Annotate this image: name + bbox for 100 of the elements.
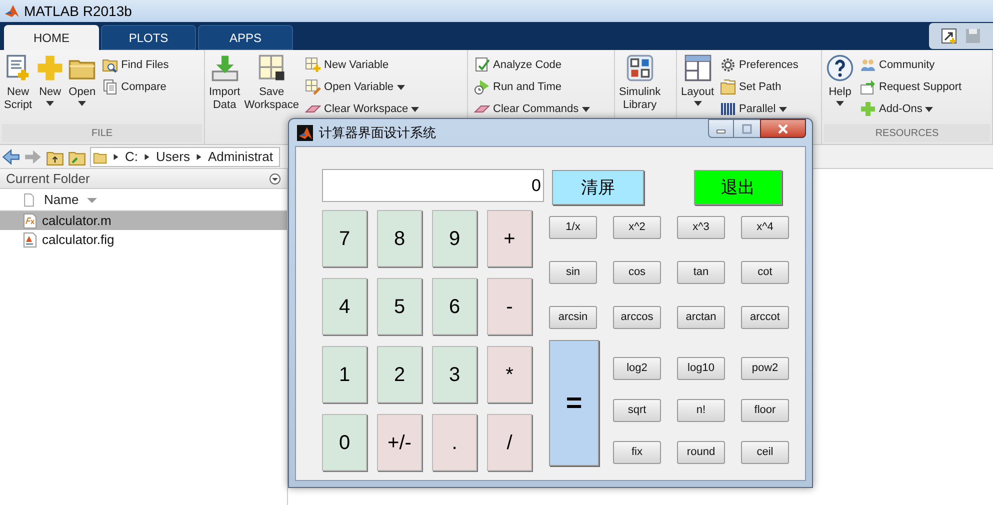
plus-icon (860, 101, 876, 117)
function-button[interactable]: round (677, 441, 725, 464)
key-button[interactable]: 5 (377, 278, 422, 335)
display-field[interactable]: 0 (322, 169, 544, 202)
ribbon-button[interactable]: Simulink Library (619, 54, 661, 120)
shortcut-icon (941, 28, 957, 44)
key-button[interactable]: 3 (432, 346, 477, 403)
folders-icon (720, 79, 736, 95)
chevron-icon (144, 154, 150, 160)
ribbon-button[interactable]: Add-Ons (860, 98, 934, 120)
function-button[interactable]: arccos (613, 306, 661, 329)
function-button[interactable]: x^4 (741, 216, 789, 239)
people-icon (860, 57, 876, 73)
function-button[interactable]: arcsin (549, 306, 597, 329)
key-button[interactable]: 8 (377, 210, 422, 267)
function-button[interactable]: floor (741, 399, 789, 422)
ribbon-button[interactable]: Clear Commands (474, 98, 590, 120)
file-icon (22, 192, 36, 206)
ribbon-button[interactable]: Layout (681, 54, 714, 120)
figure-file-icon (22, 232, 38, 248)
key-button[interactable]: . (432, 414, 477, 471)
address-bar[interactable]: C: Users Administrat (90, 146, 280, 166)
key-button[interactable]: 9 (432, 210, 477, 267)
section-label: FILE (91, 126, 113, 140)
ribbon-tab[interactable]: APPS (198, 25, 293, 50)
section-label: RESOURCES (875, 126, 939, 140)
minimize-button[interactable] (708, 119, 734, 138)
function-button[interactable]: x^3 (677, 216, 725, 239)
file-name: calculator.m (42, 212, 112, 230)
key-button[interactable]: + (487, 210, 532, 267)
ribbon-button[interactable]: Run and Time (474, 76, 562, 98)
key-button[interactable]: 1 (322, 346, 367, 403)
clear-button[interactable]: 清屏 (552, 170, 644, 205)
download-arrow-icon (210, 54, 239, 82)
ribbon-button[interactable]: Set Path (720, 76, 782, 98)
plus-icon (36, 54, 64, 82)
function-button[interactable]: sqrt (613, 399, 661, 422)
function-button[interactable]: log2 (613, 357, 661, 380)
ribbon-tab[interactable]: HOME (4, 25, 99, 50)
path-segment[interactable]: Users (156, 148, 190, 166)
ribbon-tab[interactable]: PLOTS (101, 25, 196, 50)
file-name: calculator.fig (42, 230, 114, 249)
ribbon-button[interactable]: Clear Workspace (305, 98, 420, 120)
function-button[interactable]: n! (677, 399, 725, 422)
function-button[interactable]: log10 (677, 357, 725, 380)
ribbon-button[interactable]: Open (68, 54, 96, 120)
key-button[interactable]: 2 (377, 346, 422, 403)
ribbon-button[interactable]: Community (860, 54, 935, 76)
panel-menu-icon (269, 172, 281, 184)
function-button[interactable]: sin (549, 261, 597, 284)
ribbon-button[interactable]: Compare (102, 76, 166, 98)
ribbon-button[interactable]: Parallel (720, 98, 787, 120)
function-button[interactable]: cot (741, 261, 789, 284)
function-button[interactable]: arccot (741, 306, 789, 329)
ribbon-button[interactable]: New Variable (305, 54, 389, 76)
window-title: MATLAB R2013b (24, 2, 132, 20)
ribbon-button[interactable]: Analyze Code (474, 54, 562, 76)
function-button[interactable]: fix (613, 441, 661, 464)
documents-icon (102, 79, 118, 95)
close-button[interactable] (760, 119, 806, 138)
key-button[interactable]: 6 (432, 278, 477, 335)
path-segment[interactable]: Administrat (208, 148, 273, 166)
path-segment[interactable]: C: (125, 148, 138, 166)
key-button[interactable]: +/- (377, 414, 422, 471)
grid-save-icon (258, 54, 286, 82)
key-button[interactable]: - (487, 278, 532, 335)
ribbon-button[interactable]: Save Workspace (244, 54, 300, 120)
equals-button[interactable]: = (549, 340, 599, 466)
key-button[interactable]: * (487, 346, 532, 403)
file-row[interactable]: calculator.m (0, 211, 287, 230)
ribbon-button[interactable]: Import Data (209, 54, 240, 120)
grid-plus-icon (305, 57, 322, 73)
function-button[interactable]: cos (613, 261, 661, 284)
window-title: 计算器界面设计系统 (319, 124, 436, 142)
function-button[interactable]: ceil (741, 441, 789, 464)
function-button[interactable]: pow2 (741, 357, 789, 380)
function-button[interactable]: arctan (677, 306, 725, 329)
gear-icon (720, 57, 736, 73)
ribbon-button[interactable]: Find Files (102, 54, 169, 76)
maximize-button[interactable] (734, 119, 760, 138)
panel-title: Current Folder (6, 170, 90, 188)
key-button[interactable]: 7 (322, 210, 367, 267)
exit-button[interactable]: 退出 (694, 170, 782, 205)
grid-pencil-icon (305, 79, 322, 95)
matlab-logo-icon (297, 124, 313, 140)
ribbon-button[interactable]: New (36, 54, 64, 120)
function-button[interactable]: x^2 (613, 216, 661, 239)
back-arrow-icon (2, 148, 20, 166)
function-button[interactable]: 1/x (549, 216, 597, 239)
ribbon-button[interactable]: Help (826, 54, 854, 120)
key-button[interactable]: 4 (322, 278, 367, 335)
key-button[interactable]: 0 (322, 414, 367, 471)
ribbon-button[interactable]: New Script (4, 54, 32, 120)
ribbon-button[interactable]: Open Variable (305, 76, 405, 98)
ribbon-button[interactable]: Preferences (720, 54, 798, 76)
key-button[interactable]: / (487, 414, 532, 471)
ribbon-button[interactable]: Request Support (860, 76, 962, 98)
save-icon (965, 28, 981, 44)
chevron-icon (113, 154, 119, 160)
function-button[interactable]: tan (677, 261, 725, 284)
